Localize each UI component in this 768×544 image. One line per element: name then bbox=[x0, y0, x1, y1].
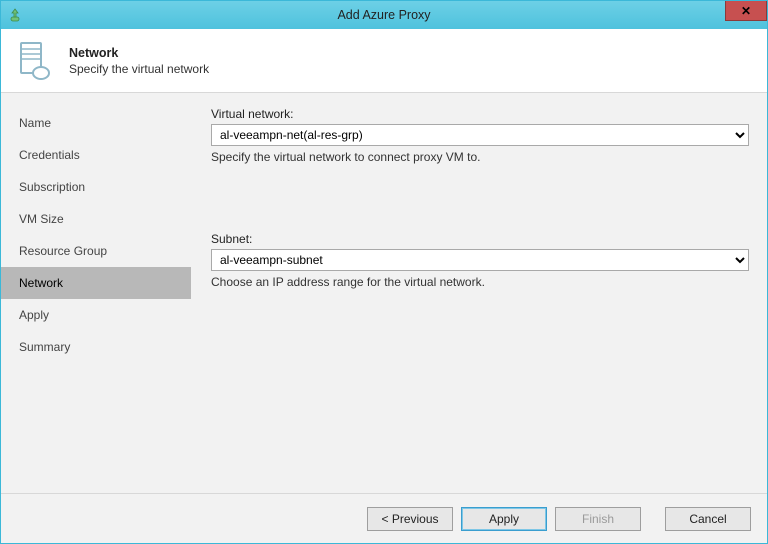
subnet-label: Subnet: bbox=[211, 232, 749, 246]
sidebar-item-vm-size[interactable]: VM Size bbox=[1, 203, 191, 235]
sidebar-item-name[interactable]: Name bbox=[1, 107, 191, 139]
page-title: Network bbox=[69, 46, 209, 60]
window-title: Add Azure Proxy bbox=[1, 8, 767, 22]
sidebar-item-subscription[interactable]: Subscription bbox=[1, 171, 191, 203]
wizard-body: Name Credentials Subscription VM Size Re… bbox=[1, 93, 767, 493]
virtual-network-label: Virtual network: bbox=[211, 107, 749, 121]
close-icon: ✕ bbox=[741, 4, 751, 18]
finish-button[interactable]: Finish bbox=[555, 507, 641, 531]
header-text: Network Specify the virtual network bbox=[69, 46, 209, 76]
subnet-help: Choose an IP address range for the virtu… bbox=[211, 275, 749, 289]
page-subtitle: Specify the virtual network bbox=[69, 62, 209, 76]
wizard-steps-sidebar: Name Credentials Subscription VM Size Re… bbox=[1, 93, 191, 493]
titlebar: Add Azure Proxy ✕ bbox=[1, 1, 767, 29]
subnet-group: Subnet: al-veeampn-subnet Choose an IP a… bbox=[211, 232, 749, 289]
close-button[interactable]: ✕ bbox=[725, 1, 767, 21]
sidebar-item-summary[interactable]: Summary bbox=[1, 331, 191, 363]
sidebar-item-apply[interactable]: Apply bbox=[1, 299, 191, 331]
virtual-network-help: Specify the virtual network to connect p… bbox=[211, 150, 749, 164]
cancel-button[interactable]: Cancel bbox=[665, 507, 751, 531]
virtual-network-group: Virtual network: al-veeampn-net(al-res-g… bbox=[211, 107, 749, 164]
subnet-select[interactable]: al-veeampn-subnet bbox=[211, 249, 749, 271]
header-icon bbox=[13, 39, 57, 83]
wizard-footer: < Previous Apply Finish Cancel bbox=[1, 493, 767, 543]
virtual-network-select[interactable]: al-veeampn-net(al-res-grp) bbox=[211, 124, 749, 146]
sidebar-item-network[interactable]: Network bbox=[1, 267, 191, 299]
wizard-window: Add Azure Proxy ✕ Network Specify the vi… bbox=[0, 0, 768, 544]
apply-button[interactable]: Apply bbox=[461, 507, 547, 531]
wizard-header: Network Specify the virtual network bbox=[1, 29, 767, 93]
sidebar-item-credentials[interactable]: Credentials bbox=[1, 139, 191, 171]
sidebar-item-resource-group[interactable]: Resource Group bbox=[1, 235, 191, 267]
previous-button[interactable]: < Previous bbox=[367, 507, 453, 531]
wizard-main-panel: Virtual network: al-veeampn-net(al-res-g… bbox=[191, 93, 767, 493]
